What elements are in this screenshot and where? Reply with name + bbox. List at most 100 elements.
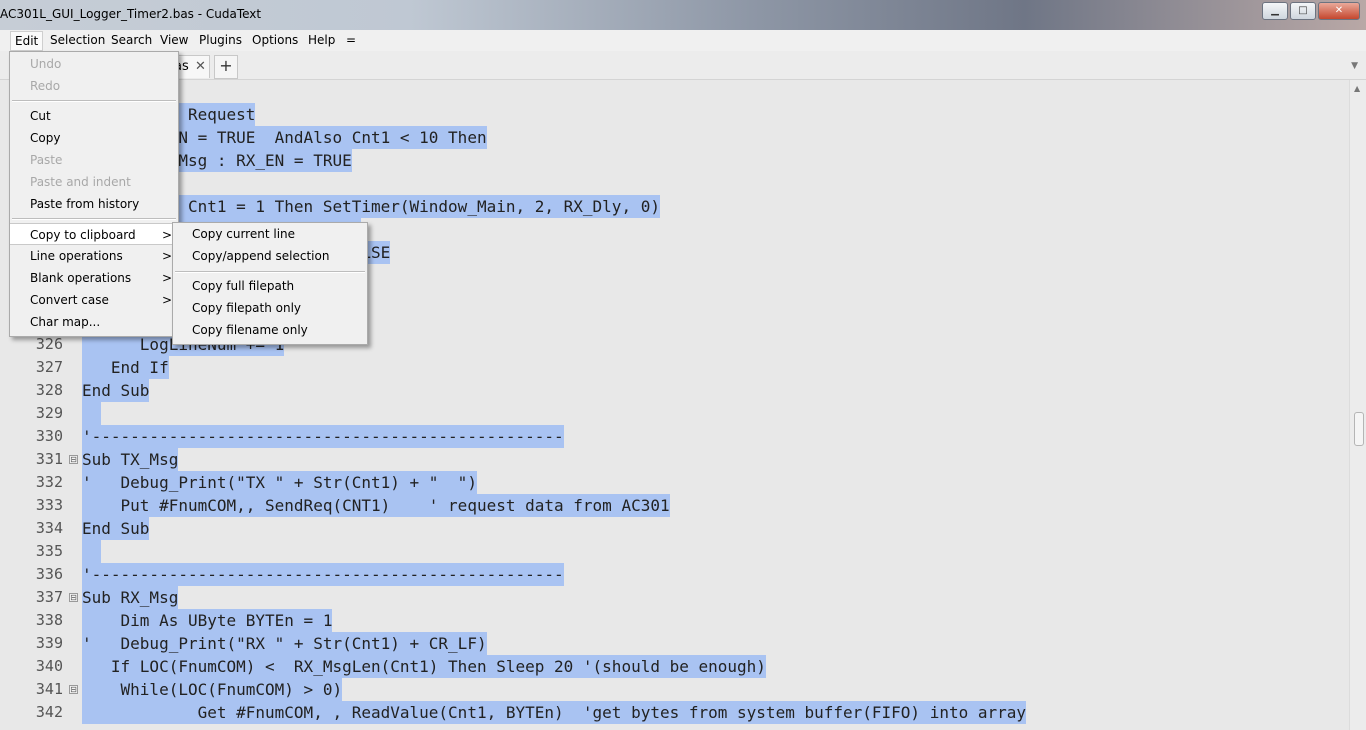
edit-menu-item-line-operations[interactable]: Line operations >	[10, 245, 178, 267]
code-line[interactable]: 330 '------------------------------------…	[7, 425, 1341, 448]
fold-toggle-icon[interactable]: ⊟	[69, 685, 78, 694]
line-number: 339	[35, 634, 63, 652]
line-number: 334	[35, 519, 63, 537]
line-number: 333	[35, 496, 63, 514]
code-line[interactable]: 332 ' Debug_Print("TX " + Str(Cnt1) + " "…	[7, 471, 1341, 494]
window-title: AC301L_GUI_Logger_Timer2.bas - CudaText	[0, 7, 262, 21]
submenu-item-copy-filepath-only[interactable]: Copy filepath only	[173, 297, 367, 319]
menu-separator	[12, 218, 176, 220]
line-number: 326	[35, 335, 63, 353]
code-line[interactable]: 336 '------------------------------------…	[7, 563, 1341, 586]
code-line[interactable]: 334 End Sub	[7, 517, 1341, 540]
code-line[interactable]: 337 ⊟ Sub RX_Msg	[7, 586, 1341, 609]
code-text: End If	[82, 356, 169, 379]
minimize-button[interactable]: ▁	[1262, 2, 1288, 20]
edit-menu-item-paste-from-history[interactable]: Paste from history	[10, 193, 178, 215]
scrollbar-thumb[interactable]	[1354, 412, 1364, 446]
code-line[interactable]: 333 Put #FnumCOM,, SendReq(CNT1) ' reque…	[7, 494, 1341, 517]
menu-separator	[12, 100, 176, 102]
menu-help[interactable]: Help	[308, 33, 335, 47]
line-number: 328	[35, 381, 63, 399]
code-line[interactable]: nd Request	[7, 103, 1341, 126]
code-line[interactable]: 341 ⊟ While(LOC(FnumCOM) > 0)	[7, 678, 1341, 701]
edit-menu-item-paste: Paste	[10, 149, 178, 171]
code-line[interactable]: X_Msg : RX_EN = TRUE	[7, 149, 1341, 172]
menu-item-label: Paste and indent	[30, 175, 131, 189]
submenu-arrow-icon: >	[161, 293, 172, 307]
menu-item-label: Cut	[30, 109, 51, 123]
vertical-scrollbar[interactable]: ▲	[1349, 80, 1366, 730]
title-bar: AC301L_GUI_Logger_Timer2.bas - CudaText …	[0, 0, 1366, 30]
edit-menu-item-cut[interactable]: Cut	[10, 105, 178, 127]
edit-menu-item-redo: Redo	[10, 75, 178, 97]
tab-menu-icon[interactable]: ▼	[1351, 61, 1358, 71]
submenu-arrow-icon: >	[161, 228, 172, 242]
close-button[interactable]: ✕	[1318, 2, 1360, 20]
submenu-item-copy-filename-only[interactable]: Copy filename only	[173, 319, 367, 341]
code-editor[interactable]: nd Request _EN = TRUE AndAlso Cnt1 < 10 …	[7, 80, 1341, 730]
menu-item-label: Paste	[30, 153, 63, 167]
edit-menu-item-blank-operations[interactable]: Blank operations >	[10, 267, 178, 289]
code-line[interactable]: 327 End If	[7, 356, 1341, 379]
menu-item-label: Char map...	[30, 315, 101, 329]
menu-plugins[interactable]: Plugins	[199, 33, 242, 47]
code-text: End Sub	[82, 517, 150, 540]
line-number: 330	[35, 427, 63, 445]
code-line[interactable]: 340 If LOC(FnumCOM) < RX_MsgLen(Cnt1) Th…	[7, 655, 1341, 678]
code-text: If LOC(FnumCOM) < RX_MsgLen(Cnt1) Then S…	[82, 655, 766, 678]
code-line[interactable]: 335	[7, 540, 1341, 563]
line-number: 337	[35, 588, 63, 606]
menu-edit[interactable]: Edit	[10, 31, 44, 51]
code-line[interactable]: f	[7, 172, 1341, 195]
line-number: 336	[35, 565, 63, 583]
edit-menu-item-char-map[interactable]: Char map...	[10, 311, 178, 333]
line-number: 342	[35, 703, 63, 721]
code-line[interactable]: 339 ' Debug_Print("RX " + Str(Cnt1) + CR_…	[7, 632, 1341, 655]
menu-item-label: Convert case	[30, 293, 109, 307]
edit-menu-item-convert-case[interactable]: Convert case >	[10, 289, 178, 311]
edit-menu-item-paste-and-indent: Paste and indent	[10, 171, 178, 193]
menu-bar: Edit Selection Search View Plugins Optio…	[0, 30, 1366, 51]
code-text: Sub TX_Msg	[82, 448, 179, 471]
code-line[interactable]: 338 Dim As UByte BYTEn = 1	[7, 609, 1341, 632]
submenu-item-copy-full-filepath[interactable]: Copy full filepath	[173, 275, 367, 297]
menu-extra[interactable]: =	[346, 33, 356, 47]
edit-menu-item-copy[interactable]: Copy	[10, 127, 178, 149]
submenu-arrow-icon: >	[161, 249, 172, 263]
code-text	[82, 540, 102, 563]
code-line[interactable]: 331 ⊟ Sub TX_Msg	[7, 448, 1341, 471]
code-line[interactable]: 342 Get #FnumCOM, , ReadValue(Cnt1, BYTE…	[7, 701, 1341, 724]
fold-toggle-icon[interactable]: ⊟	[69, 455, 78, 464]
code-text: ' Debug_Print("TX " + Str(Cnt1) + " ")	[82, 471, 477, 494]
submenu-item-copy-append-selection[interactable]: Copy/append selection	[173, 245, 367, 267]
line-number: 338	[35, 611, 63, 629]
menu-options[interactable]: Options	[252, 33, 298, 47]
code-text: '---------------------------------------…	[82, 563, 564, 586]
menu-view[interactable]: View	[160, 33, 188, 47]
code-line[interactable]: 329	[7, 402, 1341, 425]
submenu-item-copy-current-line[interactable]: Copy current line	[173, 223, 367, 245]
menu-selection[interactable]: Selection	[50, 33, 105, 47]
code-text	[82, 402, 102, 425]
line-number: 332	[35, 473, 63, 491]
code-text: '---------------------------------------…	[82, 425, 564, 448]
code-text: Sub RX_Msg	[82, 586, 179, 609]
tab-close-icon[interactable]: ✕	[195, 59, 206, 74]
line-number: 335	[35, 542, 63, 560]
edit-menu-item-copy-to-clipboard[interactable]: Copy to clipboard >	[10, 223, 178, 245]
code-line[interactable]: If Cnt1 = 1 Then SetTimer(Window_Main, 2…	[7, 195, 1341, 218]
code-text: End Sub	[82, 379, 150, 402]
menu-item-label: Undo	[30, 57, 62, 71]
code-line[interactable]: _EN = TRUE AndAlso Cnt1 < 10 Then	[7, 126, 1341, 149]
line-number: 341	[35, 680, 63, 698]
line-number: 329	[35, 404, 63, 422]
code-line[interactable]: 328 End Sub	[7, 379, 1341, 402]
menu-search[interactable]: Search	[111, 33, 152, 47]
line-number: 331	[35, 450, 63, 468]
menu-item-label: Copy/append selection	[192, 249, 330, 263]
menu-item-label: Copy filename only	[192, 323, 308, 337]
fold-toggle-icon[interactable]: ⊟	[69, 593, 78, 602]
add-tab-button[interactable]: +	[214, 55, 238, 79]
scroll-up-icon[interactable]: ▲	[1354, 84, 1360, 93]
maximize-button[interactable]: □	[1290, 2, 1316, 20]
